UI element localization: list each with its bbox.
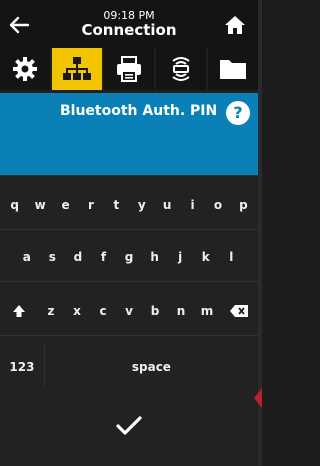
keyboard-row-2: asdfghjkl [0,233,258,281]
setting-header: Bluetooth Auth. PIN ? [0,93,258,175]
checkmark-icon [116,416,142,435]
network-icon [63,57,91,80]
backspace-key[interactable] [220,287,258,335]
key-p[interactable]: p [231,181,256,229]
home-icon[interactable] [222,12,248,38]
screen: 09:18 PM Connection Bluetooth Auth. PIN … [0,0,258,466]
key-j[interactable]: j [167,233,193,281]
shift-key[interactable] [0,287,38,335]
key-r[interactable]: r [78,181,103,229]
key-g[interactable]: g [116,233,142,281]
tab-print[interactable] [102,48,154,90]
tab-connection[interactable] [50,48,102,90]
key-q[interactable]: q [2,181,27,229]
key-f[interactable]: f [91,233,117,281]
printer-icon [117,56,141,82]
category-tabs [0,48,258,90]
key-u[interactable]: u [154,181,179,229]
key-n[interactable]: n [168,287,194,335]
tab-settings[interactable] [0,48,50,90]
key-y[interactable]: y [129,181,154,229]
key-e[interactable]: e [53,181,78,229]
setting-title: Bluetooth Auth. PIN [60,103,218,119]
confirm-button[interactable] [0,386,258,466]
keyboard-row-1: qwertyuiop [0,181,258,229]
red-pointer-marker [254,388,262,408]
key-b[interactable]: b [142,287,168,335]
rfid-icon [172,57,190,81]
key-m[interactable]: m [194,287,220,335]
key-c[interactable]: c [90,287,116,335]
numbers-key[interactable]: 123 [0,343,45,391]
key-w[interactable]: w [27,181,52,229]
keyboard-letters-row-3: zxcvbnm [38,287,220,335]
key-t[interactable]: t [104,181,129,229]
key-h[interactable]: h [142,233,168,281]
backspace-icon [230,305,248,317]
help-icon[interactable]: ? [226,101,250,125]
key-a[interactable]: a [14,233,40,281]
page-title: Connection [81,21,177,39]
top-bar: 09:18 PM Connection [0,0,258,48]
space-key[interactable]: space [45,343,258,391]
key-v[interactable]: v [116,287,142,335]
shift-arrow-icon [13,305,25,317]
key-s[interactable]: s [40,233,66,281]
tab-storage[interactable] [206,48,258,90]
key-l[interactable]: l [219,233,245,281]
key-d[interactable]: d [65,233,91,281]
gear-icon [13,57,37,81]
keyboard-row-3: zxcvbnm [0,287,258,335]
keyboard-row-4: 123 space [0,343,258,391]
key-o[interactable]: o [205,181,230,229]
key-k[interactable]: k [193,233,219,281]
key-i[interactable]: i [180,181,205,229]
folder-icon [220,60,246,79]
key-x[interactable]: x [64,287,90,335]
clock: 09:18 PM [103,9,155,22]
key-z[interactable]: z [38,287,64,335]
tab-rfid[interactable] [154,48,206,90]
